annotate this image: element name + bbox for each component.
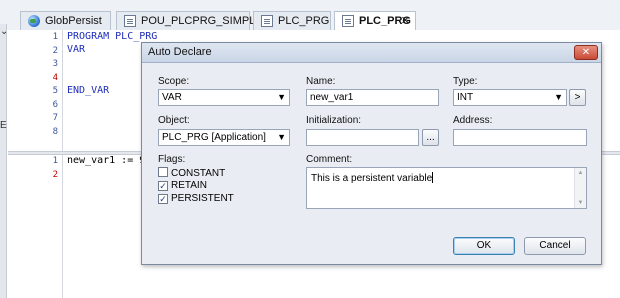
checkmark-icon: ✓: [158, 181, 168, 191]
line-number-gutter: 1 2 3 4 5 6 7 8: [8, 30, 63, 151]
checkbox-label: CONSTANT: [171, 168, 226, 179]
tab-close-icon[interactable]: ✕: [401, 12, 410, 30]
comment-scrollbar[interactable]: ▲ ▼: [574, 168, 586, 208]
name-input[interactable]: new_var1: [306, 89, 439, 106]
line-number: 8: [52, 127, 58, 137]
flags-label: Flags:: [158, 154, 186, 165]
cancel-button[interactable]: Cancel: [524, 237, 586, 255]
checkmark-icon: ✓: [158, 194, 168, 204]
left-panel-edge: ⌄ E: [0, 24, 8, 298]
checkbox-box: [158, 167, 168, 177]
tab-globpersist[interactable]: GlobPersist: [20, 11, 111, 30]
tab-label: PLC_PRG: [278, 15, 330, 27]
name-value: new_var1: [310, 92, 354, 103]
line-number: 3: [52, 59, 58, 69]
line-number: 4: [52, 73, 58, 83]
name-label: Name:: [306, 76, 336, 87]
line-number: 2: [52, 46, 58, 56]
address-label: Address:: [453, 115, 493, 126]
scroll-down-icon[interactable]: ▼: [575, 200, 586, 206]
code-line: VAR: [67, 44, 86, 55]
comment-textarea[interactable]: This is a persistent variable ▲ ▼: [306, 167, 587, 209]
type-browse-button[interactable]: >: [569, 89, 586, 106]
scope-label: Scope:: [158, 76, 190, 87]
comment-value: This is a persistent variable: [311, 173, 433, 184]
dropdown-arrow-icon: ▼: [554, 92, 563, 102]
persistent-checkbox[interactable]: ✓ PERSISTENT: [158, 193, 234, 206]
constant-checkbox[interactable]: CONSTANT: [158, 167, 225, 180]
auto-declare-dialog: Auto Declare ✕ Scope: VAR ▼ Name: new_va…: [141, 42, 602, 265]
initialization-input[interactable]: [306, 129, 419, 146]
document-icon: [261, 15, 273, 27]
object-combobox[interactable]: PLC_PRG [Application] ▼: [158, 129, 290, 146]
comment-text: This is a persistent variable: [311, 172, 434, 184]
line-number: 1: [52, 156, 58, 166]
document-icon: [124, 15, 136, 27]
type-label: Type:: [453, 76, 478, 87]
scope-value: VAR: [162, 92, 182, 103]
line-number-gutter: 1 2: [8, 155, 63, 298]
ok-button[interactable]: OK: [453, 237, 515, 255]
line-number: 1: [52, 32, 58, 42]
line-number: 5: [52, 86, 58, 96]
scroll-up-icon[interactable]: ▲: [575, 170, 586, 176]
line-number: 6: [52, 100, 58, 110]
tab-label: POU_PLCPRG_SIMPLE: [141, 15, 263, 27]
checkbox-label: RETAIN: [171, 180, 207, 191]
tab-plc-prg[interactable]: PLC_PRG: [253, 11, 331, 30]
line-number: 7: [52, 113, 58, 123]
document-icon: [342, 15, 354, 27]
type-value: INT: [457, 92, 474, 103]
dialog-close-button[interactable]: ✕: [574, 45, 598, 60]
code-line: PROGRAM PLC_PRG: [67, 31, 158, 42]
initialization-label: Initialization:: [306, 115, 362, 126]
dialog-titlebar[interactable]: Auto Declare ✕: [142, 43, 601, 63]
checkbox-label: PERSISTENT: [171, 193, 234, 204]
object-label: Object:: [158, 115, 190, 126]
dialog-title: Auto Declare: [148, 46, 212, 58]
comment-label: Comment:: [306, 154, 353, 165]
code-line: new_var1 := 9;: [67, 155, 152, 166]
tab-plc-prg-active[interactable]: PLC_PRG ✕: [334, 11, 416, 31]
object-value: PLC_PRG [Application]: [162, 132, 266, 143]
initialization-browse-button[interactable]: ...: [422, 129, 439, 146]
text-caret: [432, 172, 434, 183]
panel-marker: E: [0, 120, 7, 131]
globe-icon: [28, 15, 40, 27]
scope-combobox[interactable]: VAR ▼: [158, 89, 290, 106]
tab-pou-plcprg-simple[interactable]: POU_PLCPRG_SIMPLE: [116, 11, 263, 30]
address-input[interactable]: [453, 129, 587, 146]
line-number: 2: [52, 170, 58, 180]
code-line: END_VAR: [67, 85, 110, 96]
dropdown-arrow-icon: ▼: [277, 132, 286, 142]
dropdown-arrow-icon: ▼: [277, 92, 286, 102]
retain-checkbox[interactable]: ✓ RETAIN: [158, 180, 207, 193]
editor-tab-strip: GlobPersist POU_PLCPRG_SIMPLE PLC_PRG PL…: [0, 0, 620, 31]
tab-label: GlobPersist: [45, 15, 102, 27]
type-combobox[interactable]: INT ▼: [453, 89, 567, 106]
